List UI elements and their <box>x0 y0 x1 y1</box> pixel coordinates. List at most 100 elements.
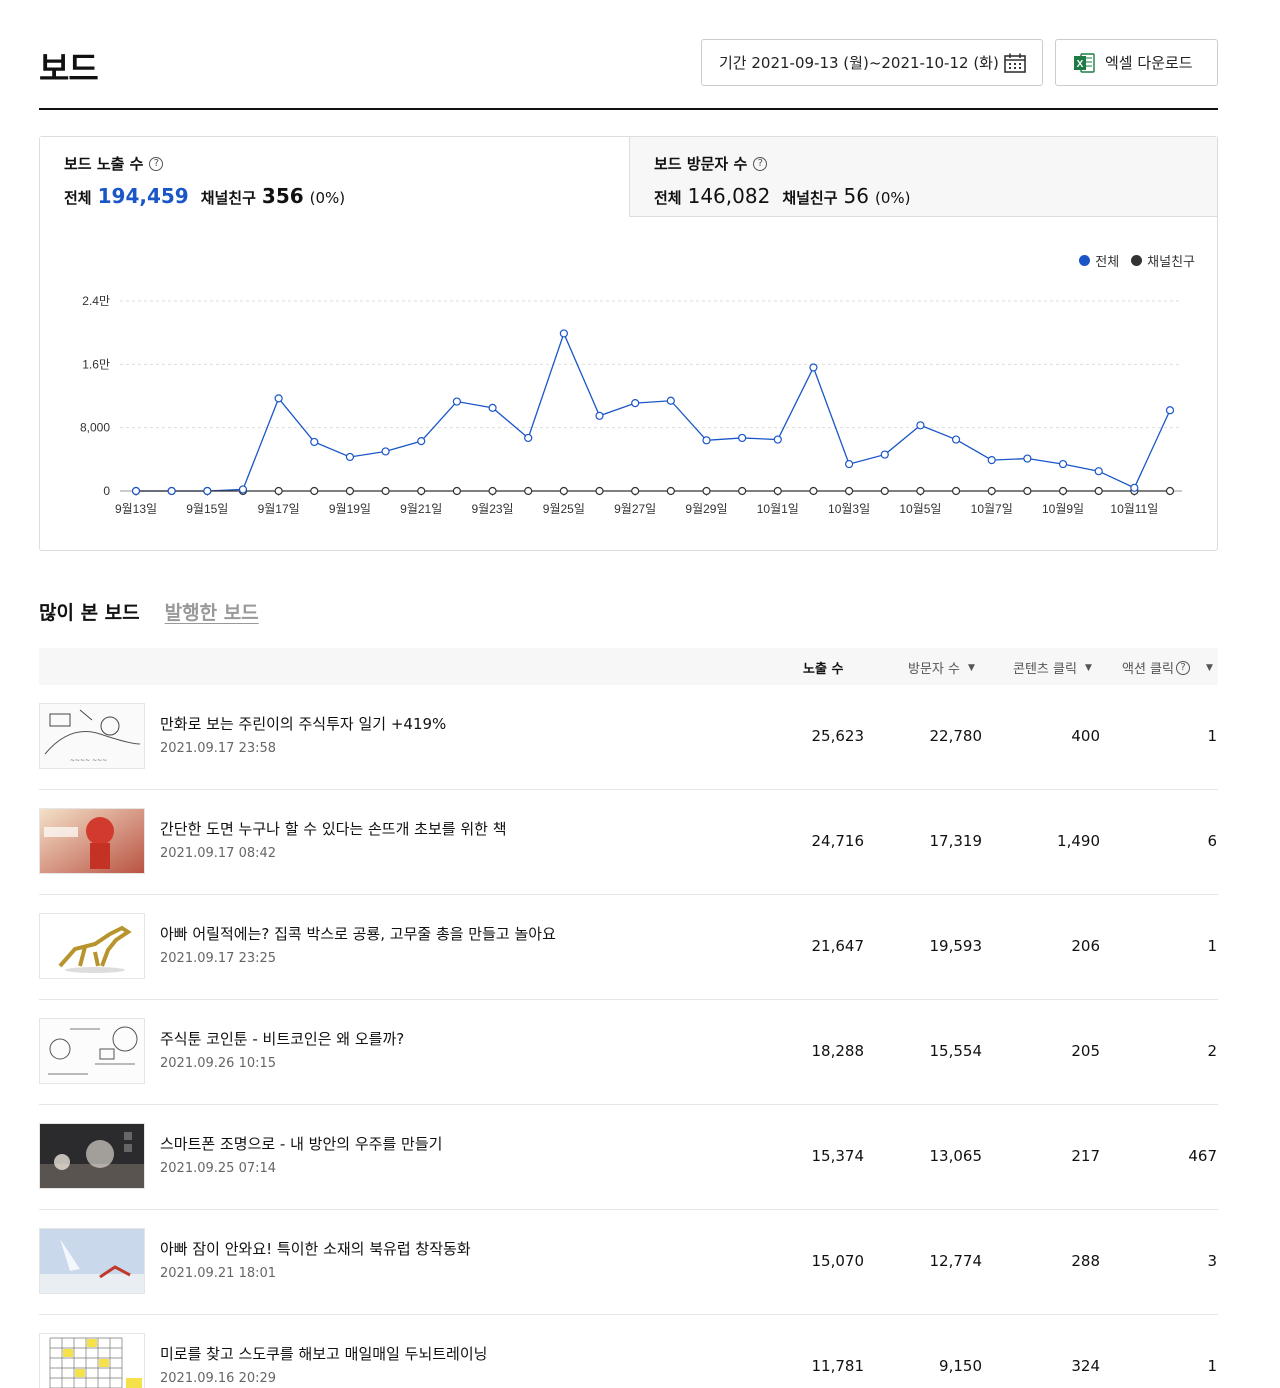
data-point-all <box>880 450 889 459</box>
x-tick-label: 9월25일 <box>543 502 585 516</box>
col-action-click-label: 액션 클릭 <box>1122 662 1174 677</box>
tab-board-exposure[interactable]: 보드 노출 수? 전체 194,459 채널친구 356 (0%) <box>40 137 629 217</box>
sort-down-icon: ▼ <box>967 662 975 673</box>
legend-dot-all <box>1079 255 1091 266</box>
data-point-all <box>951 435 961 444</box>
row-exposure: 24,716 <box>811 832 865 850</box>
table-row[interactable]: 미로를 찾고 스도쿠를 해보고 매일매일 두뇌트레이닝 2021.09.16 2… <box>39 1315 1218 1388</box>
period-label: 기간 2021-09-13 (월)~2021-10-12 (화) <box>719 54 999 72</box>
data-point-all <box>595 411 604 420</box>
data-point-friend <box>809 486 818 496</box>
exposure-friend-label: 채널친구 <box>200 189 256 207</box>
data-point-all <box>1058 459 1068 469</box>
legend-dot-friend <box>1131 255 1143 266</box>
row-title[interactable]: 스마트폰 조명으로 - 내 방안의 우주를 만들기 <box>160 1133 442 1154</box>
thumbnail-image <box>39 913 145 979</box>
data-point-friend <box>987 486 996 496</box>
row-title[interactable]: 만화로 보는 주린이의 주식투자 일기 +419% <box>160 713 446 734</box>
data-point-friend <box>1058 486 1068 496</box>
data-point-friend <box>951 486 961 496</box>
period-picker-button[interactable]: 기간 2021-09-13 (월)~2021-10-12 (화) <box>701 39 1043 86</box>
data-point-friend <box>559 486 568 496</box>
row-title[interactable]: 아빠 어릴적에는? 집콕 박스로 공룡, 고무줄 총을 만들고 놀아요 <box>160 923 556 944</box>
table-row[interactable]: 스마트폰 조명으로 - 내 방안의 우주를 만들기 2021.09.25 07:… <box>39 1105 1218 1210</box>
table-row[interactable]: 아빠 어릴적에는? 집콕 박스로 공룡, 고무줄 총을 만들고 놀아요 2021… <box>39 895 1218 1000</box>
tab-board-visitors[interactable]: 보드 방문자 수? 전체 146,082 채널친구 56 (0%) <box>629 137 1217 217</box>
table-row[interactable]: 아빠 잠이 안와요! 특이한 소재의 북유럽 창작동화 2021.09.21 1… <box>39 1210 1218 1315</box>
col-exposure[interactable]: 노출 수 <box>803 658 843 677</box>
series-line-all <box>136 331 1171 492</box>
data-point-friend <box>1094 486 1103 496</box>
data-point-friend <box>310 486 319 496</box>
data-point-all <box>524 433 533 443</box>
data-point-friend <box>845 486 854 496</box>
x-tick-label: 10월1일 <box>757 502 799 516</box>
x-tick-label: 10월9일 <box>1042 502 1084 516</box>
data-point-all <box>131 486 141 496</box>
data-point-all <box>1094 467 1103 476</box>
row-title[interactable]: 주식툰 코인툰 - 비트코인은 왜 오를까? <box>160 1028 404 1049</box>
data-point-friend <box>452 486 461 496</box>
row-action-click: 1 <box>1207 1357 1217 1375</box>
col-content-click[interactable]: 콘텐츠 클릭 ▼ <box>1013 658 1092 677</box>
data-point-all <box>631 399 640 408</box>
data-point-all <box>916 421 925 430</box>
row-action-click: 3 <box>1207 1252 1217 1270</box>
data-point-all <box>845 459 854 469</box>
list-tabs: 많이 본 보드 발행한 보드 <box>39 598 284 625</box>
col-visitors-label: 방문자 수 <box>908 662 960 677</box>
help-icon[interactable]: ? <box>753 156 768 171</box>
data-point-all <box>274 394 283 403</box>
table-row[interactable]: 간단한 도면 누구나 할 수 있다는 손뜨개 초보를 위한 책 2021.09.… <box>39 790 1218 895</box>
y-tick-label: 2.4만 <box>82 294 110 308</box>
x-tick-label: 9월21일 <box>400 502 442 516</box>
tab-published[interactable]: 발행한 보드 <box>165 598 259 625</box>
sort-down-icon: ▼ <box>1084 662 1092 673</box>
help-icon[interactable]: ? <box>1175 660 1190 675</box>
col-visitors[interactable]: 방문자 수 ▼ <box>908 658 975 677</box>
row-content-click: 1,490 <box>1057 832 1100 850</box>
row-action-click: 1 <box>1207 727 1217 745</box>
thumbnail-image: ~~~~ ~~~ <box>39 703 145 769</box>
y-tick-label: 8,000 <box>80 421 110 435</box>
data-point-all <box>167 486 176 496</box>
row-title[interactable]: 아빠 잠이 안와요! 특이한 소재의 북유럽 창작동화 <box>160 1238 471 1259</box>
row-title[interactable]: 미로를 찾고 스도쿠를 해보고 매일매일 두뇌트레이닝 <box>160 1343 487 1364</box>
row-date: 2021.09.26 10:15 <box>160 1056 277 1071</box>
exposure-all-value: 194,459 <box>97 184 189 208</box>
stats-card: 0 8,000 1.6만 2.4만 9월13일 9월15일 9월17일 9월19일 9월21일 9… <box>39 136 1218 551</box>
data-point-friend <box>738 486 747 496</box>
data-point-all <box>203 486 212 496</box>
thumbnail-image <box>39 808 145 874</box>
row-content-click: 206 <box>1071 937 1100 955</box>
tab-most-viewed[interactable]: 많이 본 보드 <box>39 598 140 625</box>
data-point-friend <box>666 486 675 496</box>
excel-icon: X <box>1074 52 1095 73</box>
thumbnail-image <box>39 1333 145 1388</box>
excel-download-button[interactable]: X 엑셀 다운로드 <box>1055 39 1218 86</box>
row-date: 2021.09.17 23:58 <box>160 741 277 756</box>
visitors-friend-pct: (0%) <box>874 189 911 207</box>
row-action-click: 1 <box>1207 937 1217 955</box>
legend-item-all: 전체 <box>1079 251 1119 270</box>
exposure-friend-pct: (0%) <box>309 189 346 207</box>
page-title: 보드 <box>39 49 99 88</box>
row-content-click: 324 <box>1071 1357 1100 1375</box>
x-tick-label: 9월15일 <box>186 502 228 516</box>
table-row[interactable]: 주식툰 코인툰 - 비트코인은 왜 오를까? 2021.09.26 10:15 … <box>39 1000 1218 1105</box>
legend-label-all: 전체 <box>1095 255 1120 270</box>
thumbnail-image <box>39 1123 145 1189</box>
data-point-friend <box>524 486 533 496</box>
board-table: 노출 수 방문자 수 ▼ 콘텐츠 클릭 ▼ 액션 클릭? ▼ ~~~~ ~~~ 만화로… <box>39 648 1218 1388</box>
table-header: 노출 수 방문자 수 ▼ 콘텐츠 클릭 ▼ 액션 클릭? ▼ <box>39 648 1218 685</box>
x-tick-label: 9월13일 <box>115 502 157 516</box>
help-icon[interactable]: ? <box>149 156 164 171</box>
y-tick-label: 0 <box>103 484 110 498</box>
x-tick-label: 10월7일 <box>971 502 1013 516</box>
row-exposure: 15,374 <box>811 1147 865 1165</box>
row-visitors: 9,150 <box>939 1357 982 1375</box>
row-title[interactable]: 간단한 도면 누구나 할 수 있다는 손뜨개 초보를 위한 책 <box>160 818 507 839</box>
svg-text:~~~~ ~~~: ~~~~ ~~~ <box>70 757 107 764</box>
col-action-click[interactable]: 액션 클릭? ▼ <box>1122 658 1213 677</box>
table-row[interactable]: ~~~~ ~~~ 만화로 보는 주린이의 주식투자 일기 +419% 2021.… <box>39 685 1218 790</box>
